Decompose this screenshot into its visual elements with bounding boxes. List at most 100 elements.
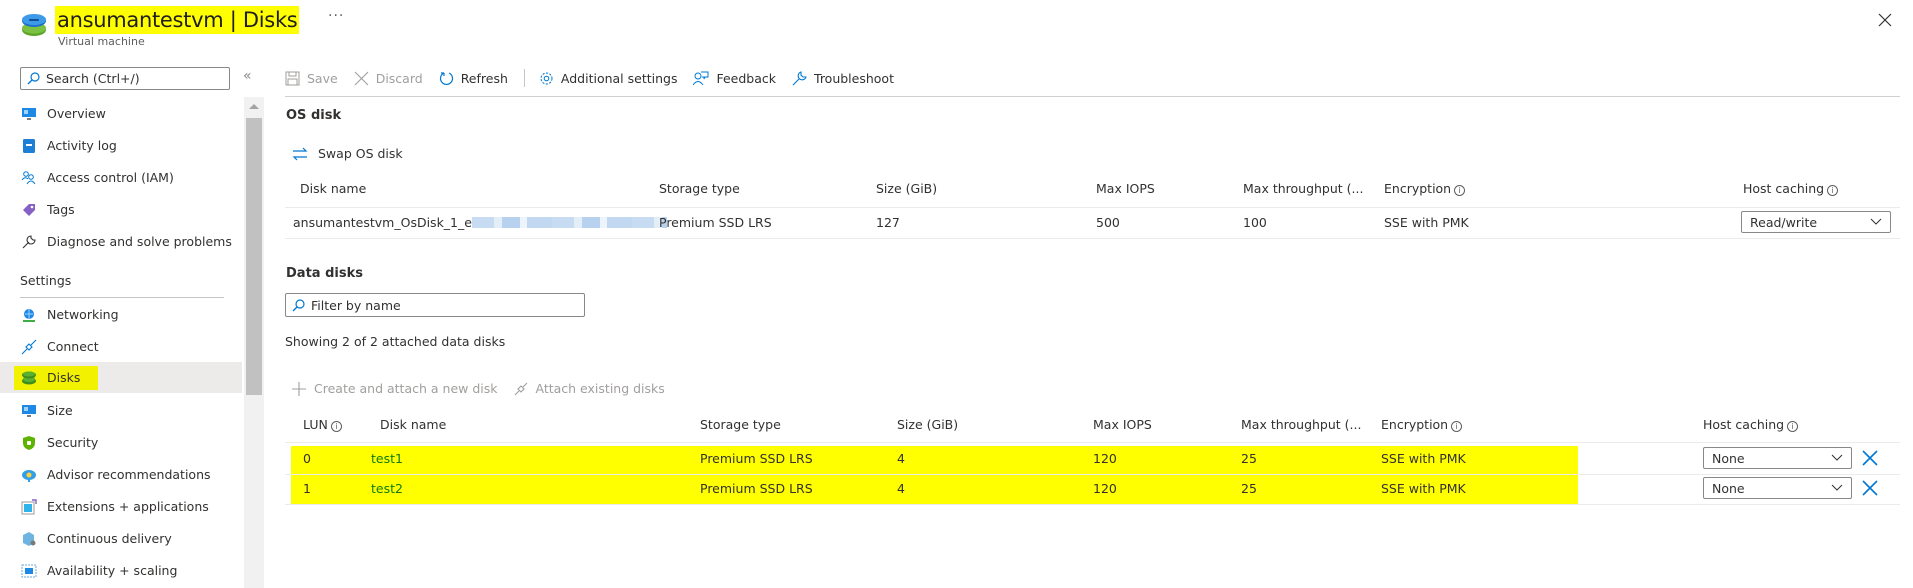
row-divider — [285, 442, 1900, 443]
save-button[interactable]: Save — [285, 71, 338, 86]
sidebar-item-connect[interactable]: Connect — [0, 331, 242, 362]
monitor-icon — [20, 105, 38, 123]
sidebar-item-availability[interactable]: Availability + scaling — [0, 555, 242, 586]
data-disks-count-text: Showing 2 of 2 attached data disks — [285, 334, 506, 349]
sidebar-item-advisor[interactable]: Advisor recommendations — [0, 459, 242, 490]
detach-disk-button[interactable] — [1861, 449, 1879, 467]
size-cell: 4 — [897, 481, 905, 496]
refresh-button[interactable]: Refresh — [439, 71, 508, 86]
disk-name-link[interactable]: test1 — [371, 451, 403, 466]
info-icon[interactable]: i — [330, 421, 342, 432]
extensions-icon — [20, 498, 38, 516]
sidebar-item-activity-log[interactable]: Activity log — [0, 130, 242, 161]
os-disk-storage-type: Premium SSD LRS — [659, 215, 772, 230]
plus-icon — [292, 381, 306, 396]
os-disk-max-throughput: 100 — [1243, 215, 1267, 230]
feedback-button[interactable]: Feedback — [693, 71, 776, 86]
monitor-icon — [20, 402, 38, 420]
os-disk-section-title: OS disk — [286, 108, 342, 123]
create-attach-disk-button[interactable]: Create and attach a new disk — [292, 381, 498, 396]
people-icon — [20, 169, 38, 187]
sidebar-item-continuous-delivery[interactable]: Continuous delivery — [0, 523, 242, 554]
os-host-caching-dropdown[interactable]: Read/write — [1741, 211, 1891, 233]
attach-existing-disks-button[interactable]: Attach existing disks — [514, 381, 665, 396]
plug-icon — [514, 382, 527, 395]
host-caching-dropdown[interactable]: None — [1703, 477, 1852, 499]
sidebar-item-label: Overview — [47, 106, 106, 121]
info-icon[interactable]: i — [1454, 185, 1466, 196]
feedback-icon — [693, 71, 709, 85]
sidebar-item-label: Disks — [47, 370, 81, 385]
discard-button[interactable]: Discard — [354, 71, 423, 86]
search-icon — [292, 298, 305, 311]
scrollbar-thumb[interactable] — [246, 118, 262, 395]
max-throughput-cell: 25 — [1241, 451, 1257, 466]
sidebar-item-label: Continuous delivery — [47, 531, 172, 546]
column-header-host-caching: Host caching i — [1703, 417, 1799, 432]
settings-section-header: Settings — [20, 273, 72, 288]
sidebar-item-label: Networking — [47, 307, 119, 322]
sidebar-scrollbar[interactable] — [244, 97, 264, 588]
sidebar-search-input[interactable]: Search (Ctrl+/) — [20, 67, 230, 90]
detach-disk-button[interactable] — [1861, 479, 1879, 497]
column-header-disk-name: Disk name — [380, 417, 447, 432]
encryption-cell: SSE with PMK — [1381, 451, 1466, 466]
host-caching-dropdown[interactable]: None — [1703, 447, 1852, 469]
wrench-icon — [792, 70, 807, 85]
os-disk-size: 127 — [876, 215, 900, 230]
column-header-storage-type: Storage type — [659, 181, 740, 196]
scroll-up-arrow-icon[interactable] — [249, 104, 259, 109]
info-icon[interactable]: i — [1451, 421, 1463, 432]
refresh-icon — [439, 71, 453, 85]
info-icon[interactable]: i — [1787, 421, 1799, 432]
search-icon — [27, 72, 40, 85]
sidebar-item-diagnose[interactable]: Diagnose and solve problems — [0, 226, 242, 257]
page-title: ansumantestvm | Disks — [55, 6, 300, 34]
lun-cell: 0 — [303, 451, 311, 466]
close-icon — [354, 71, 369, 85]
column-header-lun: LUN i — [303, 417, 342, 432]
lun-cell: 1 — [303, 481, 311, 496]
sidebar-item-extensions[interactable]: Extensions + applications — [0, 491, 242, 522]
column-header-encryption: Encryption i — [1381, 417, 1463, 432]
column-header-max-throughput[interactable]: Max throughput (... — [1243, 181, 1363, 196]
collapse-sidebar-button[interactable]: « — [243, 68, 252, 84]
info-icon[interactable]: i — [1827, 185, 1839, 196]
sidebar-item-access-control[interactable]: Access control (IAM) — [0, 162, 242, 193]
os-disk-encryption: SSE with PMK — [1384, 215, 1469, 230]
column-header-size: Size (GiB) — [897, 417, 959, 432]
sidebar-item-overview[interactable]: Overview — [0, 98, 242, 129]
sidebar-item-networking[interactable]: Networking — [0, 299, 242, 330]
storage-type-cell: Premium SSD LRS — [700, 481, 813, 496]
close-icon[interactable] — [1875, 10, 1895, 30]
column-header-max-throughput[interactable]: Max throughput (... — [1241, 417, 1361, 432]
scaling-icon — [20, 562, 38, 580]
wrench-icon — [20, 233, 38, 251]
os-disk-name-link[interactable]: ansumantestvm_OsDisk_1_e — [293, 215, 667, 230]
sidebar-item-disks[interactable]: Disks — [0, 362, 242, 393]
row-divider — [285, 504, 1900, 505]
column-header-encryption: Encryption i — [1384, 181, 1466, 196]
row-divider — [285, 238, 1900, 239]
more-options-button[interactable]: ··· — [328, 8, 344, 24]
sidebar-item-label: Access control (IAM) — [47, 170, 174, 185]
max-iops-cell: 120 — [1093, 481, 1117, 496]
column-header-host-caching: Host caching i — [1743, 181, 1839, 196]
sidebar-item-label: Tags — [47, 202, 75, 217]
sidebar-item-security[interactable]: Security — [0, 427, 242, 458]
sidebar-item-tags[interactable]: Tags — [0, 194, 242, 225]
sidebar-item-label: Diagnose and solve problems — [47, 234, 232, 249]
column-header-disk-name: Disk name — [300, 181, 367, 196]
command-bar: Save Discard Refresh Additional settings… — [285, 66, 910, 90]
networking-icon — [20, 306, 38, 324]
swap-os-disk-button[interactable]: Swap OS disk — [292, 146, 403, 161]
sidebar-item-label: Extensions + applications — [47, 499, 209, 514]
size-cell: 4 — [897, 451, 905, 466]
close-icon — [1862, 450, 1878, 466]
additional-settings-button[interactable]: Additional settings — [539, 71, 677, 86]
sidebar-item-size[interactable]: Size — [0, 395, 242, 426]
troubleshoot-button[interactable]: Troubleshoot — [792, 71, 894, 86]
redacted-text — [471, 217, 667, 228]
disk-name-link[interactable]: test2 — [371, 481, 403, 496]
filter-by-name-input[interactable]: Filter by name — [285, 293, 585, 317]
